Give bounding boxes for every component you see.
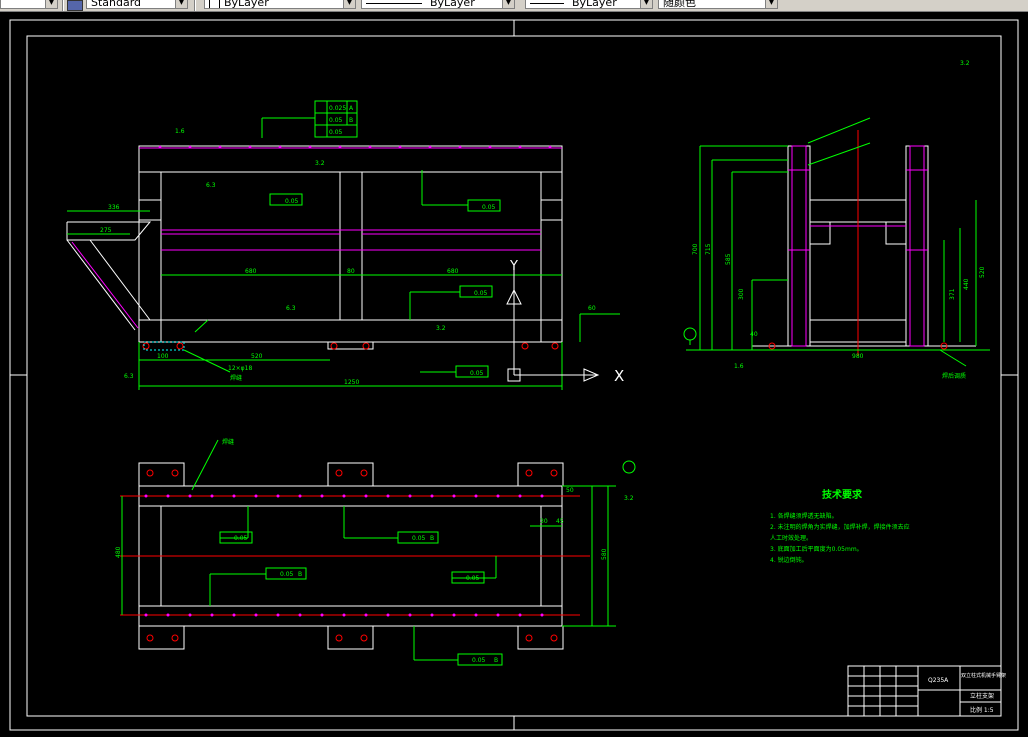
- top-parallel-1: 0.05: [412, 535, 426, 542]
- dim-440: 440: [963, 278, 970, 290]
- gdt-top-value-1: 0.025: [329, 105, 346, 112]
- dim-336: 336: [108, 204, 120, 211]
- dim-1250: 1250: [344, 379, 359, 386]
- chevron-down-icon[interactable]: ▼: [640, 0, 652, 8]
- text-style-select[interactable]: Standard ▼: [86, 0, 188, 9]
- top-parallel-3: 0.05: [472, 657, 486, 664]
- label-bottom-side: 焊后调质: [942, 372, 966, 380]
- title-scale: 比例 1:5: [970, 706, 994, 714]
- chevron-down-icon[interactable]: ▼: [765, 0, 777, 8]
- top-parallel-3-datum: B: [494, 657, 498, 664]
- gdt-top-value-3: 0.05: [329, 129, 343, 136]
- roughness-c: 6.3: [286, 305, 296, 312]
- flatness-4: 0.05: [470, 370, 484, 377]
- tech-req-item-5: 4. 锐边倒钝。: [770, 556, 808, 564]
- toolbar-separator: [62, 0, 64, 11]
- axis-x-label: X: [614, 367, 624, 385]
- label-weld-front: 焊缝: [230, 374, 242, 382]
- top-flatness-1: 0.05: [234, 535, 248, 542]
- flatness-2: 0.05: [482, 204, 496, 211]
- title-block: Q235A 双立柱式机械手臂架 立柱支架 比例 1:5: [847, 665, 1006, 717]
- label-weld-top: 焊缝: [222, 438, 234, 446]
- title-name: 双立柱式机械手臂架: [961, 672, 1006, 679]
- roughness-top: 1.6: [175, 128, 185, 135]
- color-select[interactable]: 随颜色 ▼: [658, 0, 778, 9]
- lineweight-select[interactable]: ByLayer ▼: [525, 0, 653, 9]
- color-swatch-icon: [209, 0, 220, 8]
- dim-980: 980: [852, 353, 864, 360]
- dim-50: 50: [566, 487, 574, 494]
- axis-y-label: Y: [509, 259, 518, 274]
- dim-580: 580: [601, 548, 608, 560]
- gdt-top-datum-2: B: [349, 117, 353, 124]
- top-roughness: 3.2: [624, 495, 634, 502]
- chevron-down-icon[interactable]: ▼: [343, 0, 355, 8]
- roughness-d: 3.2: [436, 325, 446, 332]
- tech-req-title: 技术要求: [822, 488, 863, 501]
- chevron-down-icon[interactable]: ▼: [45, 0, 57, 8]
- top-parallel-1-datum: B: [430, 535, 434, 542]
- tech-req-item-3: 人工时效处理。: [770, 534, 812, 542]
- chevron-down-icon[interactable]: ▼: [175, 0, 187, 8]
- dim-300: 300: [738, 288, 745, 300]
- top-parallel-2: 0.05: [280, 571, 294, 578]
- dim-30: 30: [540, 518, 548, 525]
- tech-req-item-4: 3. 底面加工后平面度为0.05mm。: [770, 545, 863, 553]
- tech-req-item-1: 1. 各焊缝须焊透无缺陷。: [770, 512, 838, 520]
- chevron-down-icon[interactable]: ▼: [502, 0, 514, 8]
- title-part: 立柱支架: [970, 692, 994, 700]
- top-parallel-2-datum: B: [298, 571, 302, 578]
- linetype-select[interactable]: ByLayer ▼: [361, 0, 515, 9]
- gdt-top-value-2: 0.05: [329, 117, 343, 124]
- dim-45: 45: [556, 518, 564, 525]
- dim-100: 100: [157, 353, 169, 360]
- roughness-a: 6.3: [206, 182, 216, 189]
- line-sample-icon: [366, 2, 422, 4]
- top-view: 焊缝 0.05 0.05 B 0.05 B 0.05 0.05 B 480 58…: [115, 438, 636, 666]
- dim-585: 585: [725, 253, 732, 265]
- dim-680-left: 680: [245, 268, 257, 275]
- top-flatness-2: 0.05: [466, 575, 480, 582]
- properties-toolbar: ▼ Standard ▼ ByLayer ▼ ByLayer ▼ ByLayer ▼ 随…: [0, 0, 1028, 12]
- dim-12-phi18: 12×φ18: [228, 365, 252, 372]
- dim-80: 80: [347, 268, 355, 275]
- dim-520-side: 520: [979, 266, 986, 278]
- text-style-icon[interactable]: [67, 0, 83, 11]
- side-roughness-bottom: 1.6: [734, 363, 744, 370]
- roughness-left: 6.3: [124, 373, 134, 380]
- flatness-1: 0.05: [285, 198, 299, 205]
- gdt-top-datum-1: A: [349, 105, 354, 112]
- roughness-b: 3.2: [315, 160, 325, 167]
- line-sample-icon: [530, 2, 564, 4]
- dim-520: 520: [251, 353, 263, 360]
- dim-275: 275: [100, 227, 112, 234]
- dim-371: 371: [949, 288, 956, 300]
- tech-req-item-2: 2. 未注明的焊角为实焊缝，加焊补焊，焊接件须去应: [770, 523, 910, 531]
- technical-requirements: 技术要求 1. 各焊缝须焊透无缺陷。 2. 未注明的焊角为实焊缝，加焊补焊，焊接…: [770, 488, 910, 564]
- dim-40: 40: [750, 331, 758, 338]
- front-view: Y X 0.025 0.05 0.05 A B 1.6 6.3 3.2 6.3 …: [66, 100, 624, 390]
- flatness-3: 0.05: [474, 290, 488, 297]
- label-60: 60: [588, 305, 596, 312]
- side-view: 3.2 700 715 585 300 40 980 371 440 520 焊…: [683, 60, 990, 380]
- dim-480: 480: [115, 546, 122, 558]
- combo-1[interactable]: ▼: [0, 0, 58, 9]
- toolbar-separator: [194, 0, 196, 11]
- title-material: Q235A: [928, 677, 949, 684]
- drawing-canvas[interactable]: Y X 0.025 0.05 0.05 A B 1.6 6.3 3.2 6.3 …: [0, 12, 1028, 737]
- dim-680-right: 680: [447, 268, 459, 275]
- layer-select[interactable]: ByLayer ▼: [204, 0, 356, 9]
- side-roughness-top: 3.2: [960, 60, 970, 67]
- dim-700: 700: [692, 243, 699, 255]
- ucs-icon: [506, 268, 600, 382]
- dim-715: 715: [705, 243, 712, 255]
